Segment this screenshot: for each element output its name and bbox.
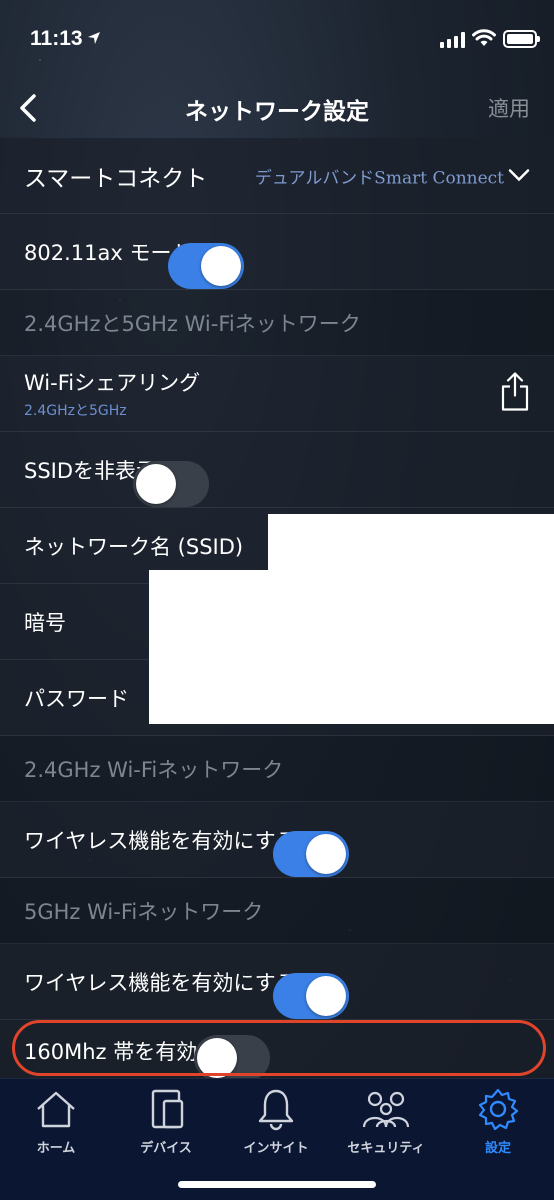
wifi-sharing-row[interactable]: Wi-Fiシェアリング 2.4GHzと5GHz bbox=[0, 356, 554, 432]
location-arrow-icon bbox=[87, 30, 101, 49]
share-icon[interactable] bbox=[500, 371, 530, 416]
network-name-label: ネットワーク名 (SSID) bbox=[24, 534, 244, 559]
smart-connect-value: デュアルバンドSmart Connect bbox=[254, 168, 504, 188]
page-title: ネットワーク設定 bbox=[185, 99, 369, 125]
wireless-24-toggle[interactable] bbox=[272, 831, 349, 877]
tab-security-label: セキュリティ bbox=[347, 1141, 425, 1156]
tab-devices-label: デバイス bbox=[140, 1141, 192, 1156]
smart-connect-select[interactable]: デュアルバンドSmart Connect bbox=[255, 163, 530, 188]
wireless-5-row: ワイヤレス機能を有効にする bbox=[0, 944, 554, 1020]
band-160-row: 160Mhz 帯を有効化 bbox=[0, 1020, 554, 1082]
bell-icon bbox=[258, 1089, 294, 1131]
tab-insight-label: インサイト bbox=[243, 1141, 309, 1156]
battery-icon bbox=[503, 30, 540, 48]
tab-devices[interactable]: デバイス bbox=[118, 1087, 214, 1156]
ax-mode-label: 802.11ax モード bbox=[24, 240, 193, 265]
home-indicator[interactable] bbox=[178, 1181, 376, 1188]
hide-ssid-toggle[interactable] bbox=[133, 461, 210, 507]
tab-security[interactable]: セキュリティ bbox=[338, 1087, 434, 1156]
band-160-toggle[interactable] bbox=[194, 1035, 271, 1081]
apply-button[interactable]: 適用 bbox=[488, 93, 530, 123]
wireless-24-row: ワイヤレス機能を有効にする bbox=[0, 802, 554, 878]
wireless-5-toggle[interactable] bbox=[272, 973, 349, 1019]
band-160-label: 160Mhz 帯を有効化 bbox=[24, 1039, 219, 1064]
smart-connect-row[interactable]: スマートコネクト デュアルバンドSmart Connect bbox=[0, 138, 554, 214]
chevron-down-icon bbox=[508, 169, 530, 182]
status-bar: 11:13 bbox=[0, 0, 554, 80]
password-label: パスワード bbox=[24, 686, 129, 711]
ax-mode-row: 802.11ax モード bbox=[0, 214, 554, 290]
wireless-24-label: ワイヤレス機能を有効にする bbox=[24, 828, 297, 853]
encryption-label: 暗号 bbox=[24, 610, 66, 635]
section-header-dual-band: 2.4GHzと5GHz Wi-Fiネットワーク bbox=[0, 290, 554, 356]
bottom-tab-bar: ホーム デバイス インサイト セキュリティ 設定 bbox=[0, 1078, 554, 1200]
tab-home-label: ホーム bbox=[36, 1141, 76, 1156]
section-header-5ghz: 5GHz Wi-Fiネットワーク bbox=[0, 878, 554, 944]
tab-settings-label: 設定 bbox=[484, 1141, 511, 1156]
hide-ssid-row: SSIDを非表示 bbox=[0, 432, 554, 508]
devices-icon bbox=[151, 1089, 184, 1129]
tab-settings[interactable]: 設定 bbox=[450, 1087, 546, 1156]
wifi-sharing-sub: 2.4GHzと5GHz bbox=[24, 403, 127, 419]
wifi-sharing-label: Wi-Fiシェアリング bbox=[24, 371, 201, 395]
tab-home[interactable]: ホーム bbox=[8, 1087, 104, 1156]
section-header-24ghz: 2.4GHz Wi-Fiネットワーク bbox=[0, 736, 554, 802]
redacted-credentials-value bbox=[149, 570, 554, 724]
status-time: 11:13 bbox=[30, 27, 83, 50]
gear-icon bbox=[478, 1088, 519, 1131]
family-icon bbox=[362, 1091, 410, 1128]
home-icon bbox=[37, 1091, 75, 1128]
smart-connect-label: スマートコネクト bbox=[24, 165, 208, 192]
wireless-5-label: ワイヤレス機能を有効にする bbox=[24, 970, 297, 995]
tab-insight[interactable]: インサイト bbox=[228, 1087, 324, 1156]
wifi-status-icon bbox=[472, 29, 496, 51]
cellular-signal-icon bbox=[440, 32, 465, 48]
nav-header: ネットワーク設定 適用 bbox=[0, 80, 554, 138]
ax-mode-toggle[interactable] bbox=[168, 243, 245, 289]
redacted-ssid-value bbox=[268, 514, 554, 570]
